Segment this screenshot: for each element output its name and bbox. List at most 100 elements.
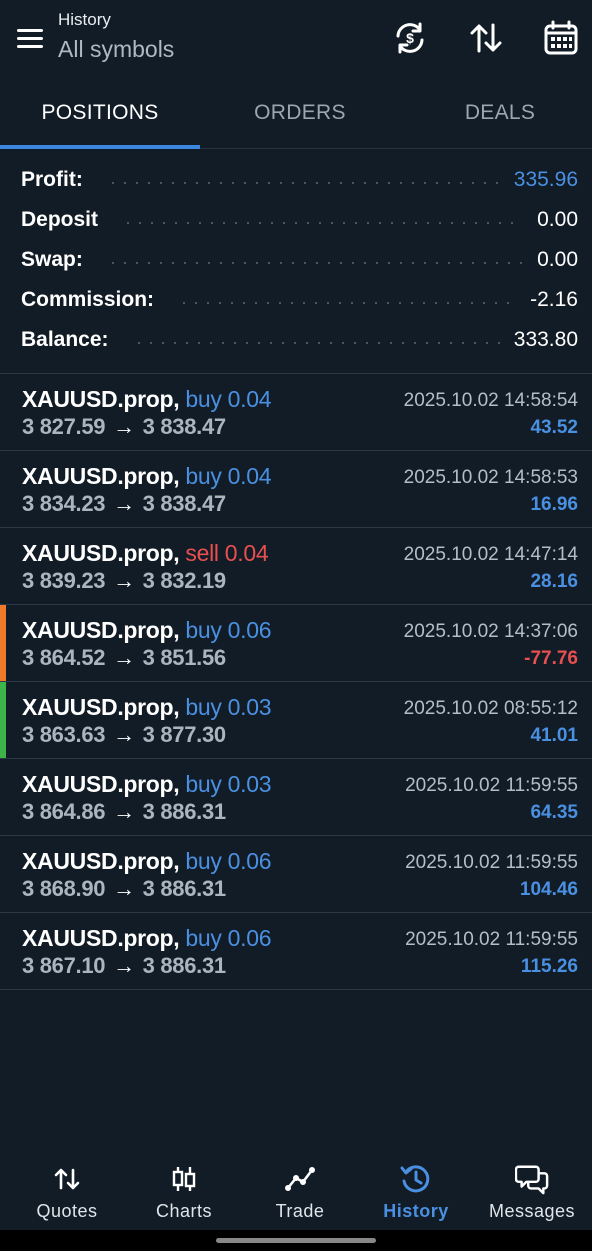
close-price: 3 886.31 <box>142 876 227 901</box>
open-price: 3 868.90 <box>22 876 106 901</box>
list-item[interactable]: XAUUSD.prop, sell 0.04 3 839.23 → 3 832.1… <box>0 528 592 605</box>
arrow-right-icon: → <box>113 414 135 439</box>
status-marker <box>0 374 6 450</box>
currency-exchange-icon[interactable]: $ <box>388 16 432 60</box>
deal-profit: 115.26 <box>520 956 578 977</box>
tab-positions[interactable]: POSITIONS <box>0 80 200 146</box>
open-price: 3 827.59 <box>22 414 106 439</box>
trade-icon <box>283 1162 317 1196</box>
deal-profit: 104.46 <box>519 879 578 900</box>
deal-profit: 41.01 <box>530 725 578 746</box>
arrow-right-icon: → <box>113 645 135 670</box>
nav-history[interactable]: History <box>357 1150 475 1230</box>
close-price: 3 838.47 <box>142 414 227 439</box>
bottom-navigation: Quotes Charts Trade History Messages <box>0 1150 592 1230</box>
status-marker <box>0 759 6 835</box>
symbol-name: XAUUSD.prop, <box>22 463 180 489</box>
symbol-name: XAUUSD.prop, <box>22 848 180 874</box>
deal-prices: 3 827.59 → 3 838.47 <box>22 414 226 440</box>
list-item[interactable]: XAUUSD.prop, buy 0.04 3 827.59 → 3 838.47… <box>0 374 592 451</box>
deal-side: sell 0.04 <box>185 540 269 566</box>
summary-value: 0.00 <box>537 248 578 271</box>
arrow-right-icon: → <box>113 722 135 747</box>
nav-label: Quotes <box>36 1201 98 1221</box>
deal-prices: 3 868.90 → 3 886.31 <box>22 876 226 902</box>
deal-symbol: XAUUSD.prop, buy 0.06 <box>22 617 272 644</box>
arrow-right-icon: → <box>113 876 135 901</box>
sort-icon[interactable] <box>464 16 508 60</box>
list-item[interactable]: XAUUSD.prop, buy 0.06 3 868.90 → 3 886.31… <box>0 836 592 913</box>
tab-orders[interactable]: ORDERS <box>200 80 400 146</box>
deal-time: 2025.10.02 14:47:14 <box>403 544 578 565</box>
deal-profit: 43.52 <box>530 417 578 438</box>
deal-prices: 3 864.86 → 3 886.31 <box>22 799 226 825</box>
list-item[interactable]: XAUUSD.prop, buy 0.06 3 867.10 → 3 886.31… <box>0 913 592 990</box>
symbol-selector[interactable]: All symbols <box>58 36 174 63</box>
nav-charts[interactable]: Charts <box>125 1150 243 1230</box>
list-item[interactable]: XAUUSD.prop, buy 0.04 3 834.23 → 3 838.47… <box>0 451 592 528</box>
arrow-right-icon: → <box>113 491 135 516</box>
calendar-icon[interactable] <box>539 16 583 60</box>
symbol-name: XAUUSD.prop, <box>22 617 180 643</box>
dotted-leader <box>122 222 524 224</box>
active-tab-indicator <box>0 145 200 149</box>
system-navigation-bar <box>0 1230 592 1251</box>
deal-side: buy 0.03 <box>185 694 272 720</box>
nav-trade[interactable]: Trade <box>241 1150 359 1230</box>
list-item[interactable]: XAUUSD.prop, buy 0.03 3 864.86 → 3 886.31… <box>0 759 592 836</box>
deal-time: 2025.10.02 14:58:54 <box>403 390 578 411</box>
nav-label: Messages <box>488 1201 576 1221</box>
positions-list: XAUUSD.prop, buy 0.04 3 827.59 → 3 838.47… <box>0 374 592 990</box>
nav-messages[interactable]: Messages <box>473 1150 591 1230</box>
summary-row-deposit: Deposit 0.00 <box>0 200 592 240</box>
deal-time: 2025.10.02 11:59:55 <box>405 775 578 796</box>
dotted-leader <box>132 342 500 344</box>
close-price: 3 886.31 <box>142 953 227 978</box>
deal-prices: 3 834.23 → 3 838.47 <box>22 491 226 517</box>
summary-row-commission: Commission: -2.16 <box>0 280 592 320</box>
summary-row-swap: Swap: 0.00 <box>0 240 592 280</box>
open-price: 3 864.86 <box>22 799 106 824</box>
list-item[interactable]: XAUUSD.prop, buy 0.06 3 864.52 → 3 851.56… <box>0 605 592 682</box>
open-price: 3 867.10 <box>22 953 106 978</box>
symbol-name: XAUUSD.prop, <box>22 386 180 412</box>
deal-time: 2025.10.02 14:58:53 <box>403 467 578 488</box>
close-price: 3 838.47 <box>142 491 227 516</box>
nav-quotes[interactable]: Quotes <box>8 1150 126 1230</box>
summary-row-balance: Balance: 333.80 <box>0 320 592 360</box>
nav-label: History <box>383 1201 449 1221</box>
list-item[interactable]: XAUUSD.prop, buy 0.03 3 863.63 → 3 877.30… <box>0 682 592 759</box>
deal-prices: 3 839.23 → 3 832.19 <box>22 568 226 594</box>
deal-profit: 64.35 <box>530 802 578 823</box>
status-marker <box>0 913 6 989</box>
header-subtitle: History <box>58 10 111 29</box>
nav-label: Charts <box>155 1201 212 1221</box>
summary-value: -2.16 <box>530 288 578 311</box>
messages-icon <box>515 1162 549 1196</box>
deal-symbol: XAUUSD.prop, buy 0.04 <box>22 463 272 490</box>
quotes-icon <box>50 1162 84 1196</box>
app-header: History All symbols $ <box>0 0 592 80</box>
status-marker <box>0 836 6 912</box>
deal-side: buy 0.06 <box>185 617 272 643</box>
deal-side: buy 0.06 <box>185 848 272 874</box>
deal-symbol: XAUUSD.prop, buy 0.03 <box>22 771 272 798</box>
status-marker <box>0 451 6 527</box>
deal-symbol: XAUUSD.prop, buy 0.03 <box>22 694 272 721</box>
deal-prices: 3 867.10 → 3 886.31 <box>22 953 226 979</box>
deal-side: buy 0.06 <box>185 925 272 951</box>
deal-time: 2025.10.02 11:59:55 <box>405 929 578 950</box>
status-marker <box>0 528 6 604</box>
home-indicator[interactable] <box>216 1238 376 1243</box>
summary-label: Profit: <box>21 168 83 191</box>
deal-side: buy 0.03 <box>185 771 272 797</box>
close-price: 3 851.56 <box>142 645 227 670</box>
close-price: 3 832.19 <box>142 568 227 593</box>
symbol-name: XAUUSD.prop, <box>22 540 180 566</box>
tab-deals[interactable]: DEALS <box>400 80 592 146</box>
summary-label: Commission: <box>21 288 155 311</box>
nav-label: Trade <box>275 1201 325 1221</box>
deal-profit: 28.16 <box>530 571 578 592</box>
menu-icon[interactable] <box>12 20 48 56</box>
deal-prices: 3 864.52 → 3 851.56 <box>22 645 226 671</box>
